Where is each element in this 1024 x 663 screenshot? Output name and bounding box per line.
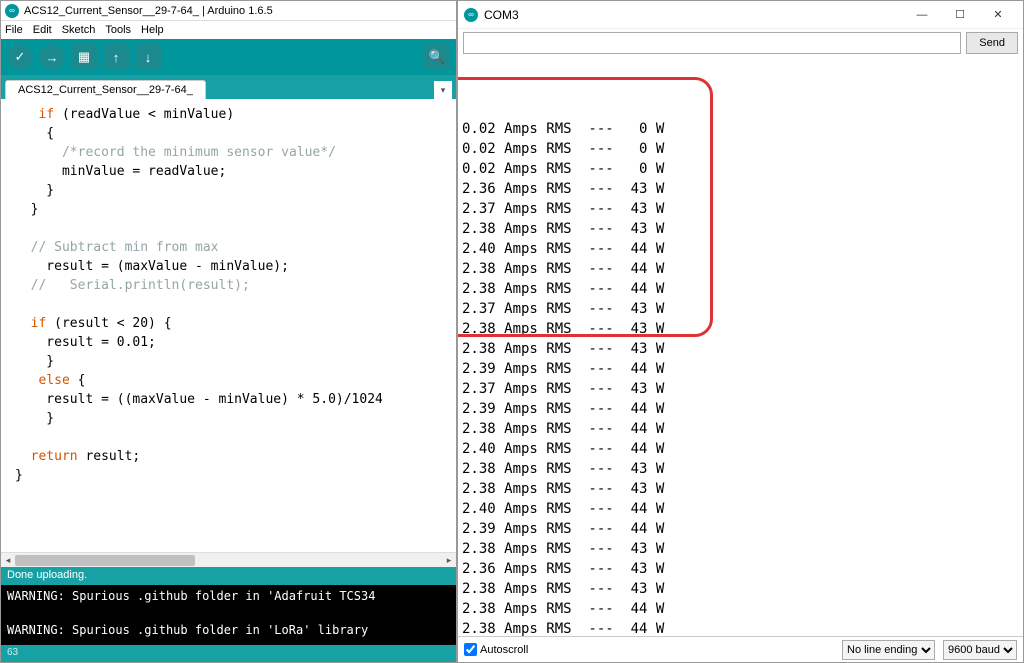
autoscroll-checkbox[interactable] <box>464 643 477 656</box>
serial-bottom-bar: Autoscroll No line ending 9600 baud <box>458 636 1023 662</box>
serial-monitor-button[interactable]: 🔍 <box>424 44 450 70</box>
autoscroll-checkbox-label[interactable]: Autoscroll <box>464 643 528 656</box>
menu-file[interactable]: File <box>5 24 23 36</box>
arduino-logo-icon: ∞ <box>5 4 19 18</box>
new-button[interactable]: ▦ <box>71 44 97 70</box>
scroll-thumb[interactable] <box>15 555 195 566</box>
ide-window-title: ACS12_Current_Sensor__29-7-64_ | Arduino… <box>24 5 273 17</box>
arduino-logo-icon: ∞ <box>464 8 478 22</box>
line-ending-select[interactable]: No line ending <box>842 640 935 660</box>
ide-toolbar: ✓ → ▦ ↑ ↓ 🔍 <box>1 39 456 75</box>
send-button[interactable]: Send <box>966 32 1018 54</box>
ide-footer: 63 <box>1 645 456 662</box>
scroll-right-arrow[interactable]: ▸ <box>442 553 456 568</box>
minimize-button[interactable]: — <box>903 2 941 28</box>
open-button[interactable]: ↑ <box>103 44 129 70</box>
scroll-left-arrow[interactable]: ◂ <box>1 553 15 568</box>
close-button[interactable]: ✕ <box>979 2 1017 28</box>
serial-titlebar[interactable]: ∞ COM3 — ☐ ✕ <box>458 1 1023 29</box>
ide-status-bar: Done uploading. <box>1 567 456 585</box>
ide-console[interactable]: WARNING: Spurious .github folder in 'Ada… <box>1 585 456 645</box>
autoscroll-label: Autoscroll <box>480 644 528 656</box>
serial-input[interactable] <box>463 32 961 54</box>
upload-button[interactable]: → <box>39 44 65 70</box>
ide-menubar: File Edit Sketch Tools Help <box>1 21 456 39</box>
serial-window-title: COM3 <box>484 8 519 22</box>
verify-button[interactable]: ✓ <box>7 44 33 70</box>
serial-output[interactable]: 0.02 Amps RMS --- 0 W 0.02 Amps RMS --- … <box>458 57 1023 636</box>
menu-edit[interactable]: Edit <box>33 24 52 36</box>
code-editor[interactable]: if (readValue < minValue) { /*record the… <box>1 99 456 552</box>
menu-tools[interactable]: Tools <box>105 24 131 36</box>
ide-titlebar[interactable]: ∞ ACS12_Current_Sensor__29-7-64_ | Ardui… <box>1 1 456 21</box>
serial-monitor-window: ∞ COM3 — ☐ ✕ Send 0.02 Amps RMS --- 0 W … <box>457 0 1024 663</box>
menu-help[interactable]: Help <box>141 24 164 36</box>
baud-select[interactable]: 9600 baud <box>943 640 1017 660</box>
tab-menu-button[interactable]: ▾ <box>434 81 452 99</box>
arduino-ide-window: ∞ ACS12_Current_Sensor__29-7-64_ | Ardui… <box>0 0 457 663</box>
horizontal-scrollbar[interactable]: ◂ ▸ <box>1 552 456 567</box>
sketch-tab[interactable]: ACS12_Current_Sensor__29-7-64_ <box>5 80 206 99</box>
tab-strip: ACS12_Current_Sensor__29-7-64_ ▾ <box>1 75 456 99</box>
menu-sketch[interactable]: Sketch <box>62 24 96 36</box>
maximize-button[interactable]: ☐ <box>941 2 979 28</box>
save-button[interactable]: ↓ <box>135 44 161 70</box>
serial-input-row: Send <box>458 29 1023 57</box>
